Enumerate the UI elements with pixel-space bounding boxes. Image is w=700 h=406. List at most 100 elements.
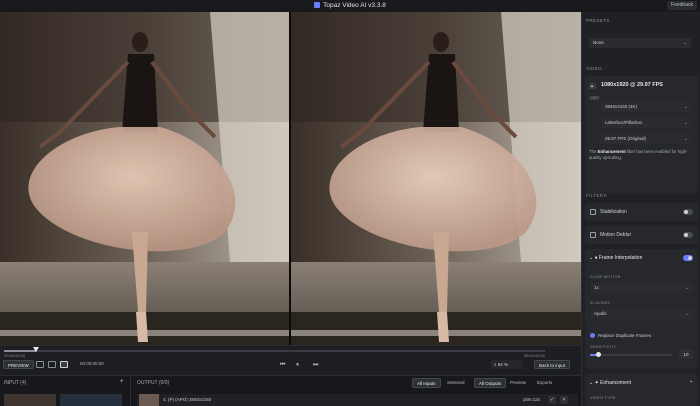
tab-all-inputs[interactable]: All Inputs xyxy=(412,378,441,388)
preview-area[interactable] xyxy=(0,12,581,345)
ballet-dancer-frame-left xyxy=(0,12,289,345)
chevron-down-icon: ⌄ xyxy=(684,311,689,317)
tab-selected[interactable]: Selected xyxy=(443,378,469,388)
motion-deblur-toggle[interactable] xyxy=(683,232,693,238)
video-type-label: VIDEO TYPE xyxy=(590,396,616,400)
presets-label: PRESETS xyxy=(586,18,610,23)
preset-select[interactable]: None ⌄ xyxy=(589,38,691,48)
side-by-side-view-icon[interactable] xyxy=(48,361,56,368)
chevron-down-icon: ⌄ xyxy=(683,104,688,110)
ai-model-value: Apollo xyxy=(594,311,607,316)
motion-deblur-icon xyxy=(590,232,596,238)
filter-motion-deblur[interactable]: Motion Deblur xyxy=(585,226,698,244)
slow-motion-value: 1x xyxy=(594,285,599,290)
toggle-knob xyxy=(684,210,688,214)
filter-stabilization[interactable]: Stabilization xyxy=(585,203,698,221)
toggle-knob xyxy=(688,256,692,260)
filter-name: Motion Deblur xyxy=(600,232,632,238)
split-view-icon[interactable] xyxy=(60,361,68,368)
chevron-down-icon: ⌄ xyxy=(682,40,687,46)
slow-motion-select[interactable]: 1x ⌄ xyxy=(590,283,693,293)
preset-value: None xyxy=(593,40,604,45)
sensitivity-label: SENSITIVITY xyxy=(590,345,617,349)
checkbox-icon[interactable] xyxy=(590,333,595,338)
frame-interpolation-header[interactable]: ⌄ ● Frame Interpolation xyxy=(589,255,642,261)
chevron-down-icon: ⌄ xyxy=(683,136,688,142)
chevron-down-icon: ⌄ xyxy=(684,285,689,291)
ballet-dancer-frame-right xyxy=(291,12,581,345)
zoom-select[interactable]: ⌕ 64 % xyxy=(491,360,523,369)
back-to-input-button[interactable]: Back to input xyxy=(534,360,571,369)
pause-icon[interactable]: ⏸ xyxy=(296,361,299,369)
frame-interpolation-card: ⌄ ● Frame Interpolation SLOW MOTION 1x ⌄ … xyxy=(585,249,698,369)
settings-panel: PRESETS None ⌄ VIDEO ▶ 1080x1920 @ 29.97 … xyxy=(581,12,700,406)
timeline-scrubber[interactable] xyxy=(4,347,545,352)
lock-icon[interactable]: ▪ xyxy=(690,379,692,385)
feedback-button[interactable]: Feedback xyxy=(667,1,697,10)
preview-pane-enhanced[interactable] xyxy=(291,12,581,345)
timeline-progress xyxy=(4,350,37,352)
ai-model-select[interactable]: Apollo ⌄ xyxy=(590,309,693,319)
output-thumbnail xyxy=(139,394,159,406)
sensitivity-slider[interactable] xyxy=(590,352,672,357)
topaz-logo-icon xyxy=(314,2,321,8)
enhancement-title: Enhancement xyxy=(600,380,632,386)
chevron-down-icon: ⌄ ● xyxy=(589,255,599,261)
output-label: OUTPUT (0/0) xyxy=(137,380,170,386)
chevron-down-icon: ⌄ xyxy=(683,120,688,126)
playhead-handle[interactable] xyxy=(33,347,40,352)
step-forward-icon[interactable]: ⏭ xyxy=(313,361,318,369)
output-meta: 4: (P) (APO) 3840x2160 xyxy=(163,397,212,402)
sensitivity-value[interactable]: 10 xyxy=(679,350,693,359)
stabilization-icon xyxy=(590,209,596,215)
frame-interpolation-toggle[interactable] xyxy=(683,255,693,261)
video-icon: ▶ xyxy=(589,83,596,89)
filters-label: FILTERS xyxy=(586,193,607,198)
bottom-divider xyxy=(130,376,131,406)
resolution-value: 3840x2160 (4K) xyxy=(605,104,638,109)
frame-interpolation-title: Frame Interpolation xyxy=(599,255,643,261)
video-label: VIDEO xyxy=(586,66,603,71)
input-thumbnail[interactable] xyxy=(60,394,122,406)
video-card: ▶ 1080x1920 @ 29.97 FPS OUT 3840x2160 (4… xyxy=(585,76,698,194)
close-icon[interactable]: × xyxy=(560,396,568,404)
output-duration: 18m:12s xyxy=(522,397,540,402)
zoom-value: 64 % xyxy=(497,362,509,367)
tab-all-outputs[interactable]: All Outputs xyxy=(474,378,507,388)
enhancement-card: ⌄ ✦ Enhancement ▪ VIDEO TYPE xyxy=(585,374,698,406)
slow-motion-label: SLOW MOTION xyxy=(590,275,621,279)
stabilization-toggle[interactable] xyxy=(683,209,693,215)
note-bold: Enhancement xyxy=(597,149,626,154)
input-label: INPUT (4) xyxy=(4,380,27,386)
video-resolution: 1080x1920 @ 29.97 FPS xyxy=(601,82,663,88)
crop-select[interactable]: Letterbox/Pillarbox ⌄ xyxy=(601,118,692,128)
single-view-icon[interactable] xyxy=(36,361,44,368)
preview-button[interactable]: PREVIEW xyxy=(3,360,34,369)
app-title-text: Topaz Video AI v3.3.8 xyxy=(323,2,386,9)
tab-exports[interactable]: Exports xyxy=(533,378,556,388)
check-icon[interactable]: ✓ xyxy=(548,396,556,404)
resolution-select[interactable]: 3840x2160 (4K) ⌄ xyxy=(601,102,692,112)
out-badge: OUT xyxy=(589,96,601,100)
chevron-down-icon: ⌄ ✦ xyxy=(589,380,601,386)
timecode-display: 00:00:00;00 xyxy=(80,361,104,366)
step-back-icon[interactable]: ⏮ xyxy=(280,361,285,369)
timeline: 00:00:00;00 00:00:00;00 PREVIEW 00:00:00… xyxy=(0,345,581,375)
fps-select[interactable]: 29.97 FPS (Original) ⌄ xyxy=(601,134,692,144)
output-row[interactable]: 4: (P) (APO) 3840x2160 18m:12s ✓ × xyxy=(137,394,578,406)
ai-model-label: AI MODEL xyxy=(590,301,611,305)
app-title: Topaz Video AI v3.3.8 xyxy=(0,2,700,9)
bottom-strip: INPUT (4) + OUTPUT (0/0) All Inputs Sele… xyxy=(0,375,581,406)
enhancement-header[interactable]: ⌄ ✦ Enhancement xyxy=(589,380,631,386)
note-prefix: The xyxy=(589,149,598,154)
input-thumbnail[interactable] xyxy=(4,394,56,406)
crop-value: Letterbox/Pillarbox xyxy=(605,120,643,125)
toggle-knob xyxy=(684,233,688,237)
add-input-icon[interactable]: + xyxy=(120,379,124,385)
tab-preview[interactable]: Preview xyxy=(506,378,530,388)
preview-pane-original[interactable] xyxy=(0,12,289,345)
filter-name: Stabilization xyxy=(600,209,627,215)
fps-value: 29.97 FPS (Original) xyxy=(605,136,647,141)
slider-handle[interactable] xyxy=(596,352,602,357)
replace-duplicate-frames[interactable]: Replace Duplicate Frames xyxy=(590,333,651,338)
